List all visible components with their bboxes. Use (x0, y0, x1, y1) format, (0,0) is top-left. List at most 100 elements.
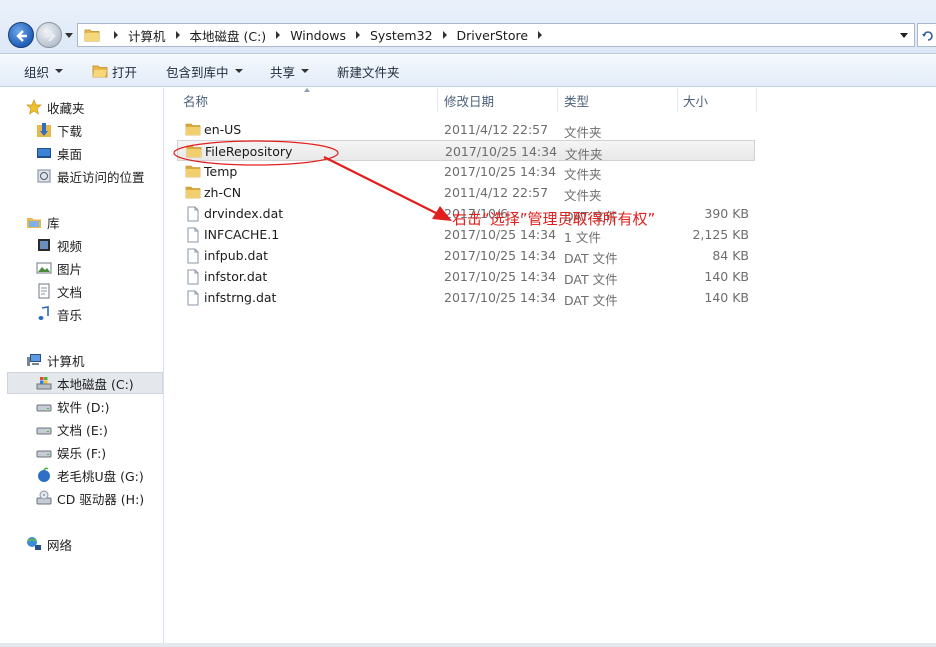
file-date: 2017/10/25 14:34 (445, 144, 558, 159)
sidebar-label: CD 驱动器 (H:) (57, 491, 145, 507)
file-size: 140 KB (704, 269, 749, 284)
back-arrow-icon (16, 30, 27, 42)
sidebar-item-computer[interactable]: 计算机 (26, 350, 85, 370)
desktop-icon (37, 148, 51, 158)
file-date: 2017/10/25 14:34 (444, 164, 557, 179)
sidebar-item-downloads[interactable]: 下载 (36, 120, 82, 140)
file-date: 2011/4/12 22:57 (444, 185, 549, 200)
file-name: FileRepository (205, 144, 293, 159)
sidebar-item-drive-c[interactable]: 本地磁盘 (C:) (36, 373, 134, 393)
sidebar-label: 库 (47, 215, 60, 231)
open-label: 打开 (112, 64, 138, 80)
breadcrumb-windows[interactable]: Windows (290, 28, 346, 43)
organize-button[interactable]: 组织 (24, 63, 64, 80)
file-row-temp[interactable]: Temp 2017/10/25 14:34 文件夹 (177, 161, 755, 182)
breadcrumb-separator-icon[interactable] (114, 31, 118, 39)
breadcrumb-driverstore[interactable]: DriverStore (457, 28, 529, 43)
sidebar-item-drive-d[interactable]: 软件 (D:) (36, 396, 110, 416)
breadcrumb-separator-icon[interactable] (356, 31, 360, 39)
file-row-en-us[interactable]: en-US 2011/4/12 22:57 文件夹 (177, 119, 755, 140)
sidebar-item-documents[interactable]: 文档 (36, 281, 82, 301)
annotation-text: 右击“选择”管理员取得所有权” (452, 210, 656, 228)
breadcrumb-separator-icon[interactable] (538, 31, 543, 39)
sidebar-item-desktop[interactable]: 桌面 (36, 143, 82, 163)
sidebar-label: 收藏夹 (47, 100, 85, 116)
breadcrumb-computer[interactable]: 计算机 (128, 26, 166, 45)
forward-button[interactable] (36, 22, 62, 48)
include-in-library-button[interactable]: 包含到库中 (166, 63, 243, 80)
breadcrumb-separator-icon[interactable] (175, 31, 180, 39)
chevron-down-icon (55, 69, 64, 73)
file-date: 2017/10/25 14:34 (444, 269, 557, 284)
sidebar-item-libraries[interactable]: 库 (26, 212, 60, 232)
windows-drive-icon (36, 377, 52, 390)
new-folder-button[interactable]: 新建文件夹 (337, 63, 400, 80)
sidebar-label: 桌面 (57, 146, 83, 162)
file-row-filerepository[interactable]: FileRepository 2017/10/25 14:34 文件夹 (177, 140, 755, 162)
file-type: 文件夹 (564, 125, 602, 140)
folder-icon (186, 145, 202, 158)
file-icon (187, 269, 199, 285)
recent-places-icon (37, 169, 51, 183)
column-header-name[interactable]: 名称 (183, 88, 208, 112)
file-date: 2017/10/25 14:34 (444, 290, 557, 305)
network-icon (27, 537, 41, 550)
sidebar-item-pictures[interactable]: 图片 (36, 258, 82, 278)
file-date: 2017/10/25 14:34 (444, 227, 557, 242)
organize-label: 组织 (24, 64, 50, 80)
file-icon (187, 248, 199, 264)
refresh-button[interactable] (917, 23, 936, 47)
drive-icon (36, 450, 52, 458)
file-icon (187, 290, 199, 306)
bottom-border (0, 643, 936, 647)
column-header-size[interactable]: 大小 (683, 88, 708, 112)
column-divider[interactable] (437, 88, 438, 112)
sidebar-item-network[interactable]: 网络 (26, 534, 72, 554)
file-row-infpub-dat[interactable]: infpub.dat 2017/10/25 14:34 DAT 文件 84 KB (177, 245, 755, 266)
sidebar-item-drive-h[interactable]: CD 驱动器 (H:) (36, 488, 144, 508)
breadcrumb-separator-icon[interactable] (442, 31, 447, 39)
file-row-zh-cn[interactable]: zh-CN 2011/4/12 22:57 文件夹 (177, 182, 755, 203)
sidebar-label: 老毛桃U盘 (G:) (57, 468, 144, 484)
sidebar-item-music[interactable]: 音乐 (36, 304, 82, 324)
sidebar-item-drive-e[interactable]: 文档 (E:) (36, 419, 108, 439)
breadcrumb-drive-c[interactable]: 本地磁盘 (C:) (190, 26, 267, 45)
column-header-type[interactable]: 类型 (564, 88, 589, 112)
back-button[interactable] (8, 22, 34, 48)
command-bar: 组织 打开 包含到库中 共享 新建文件夹 (0, 55, 936, 87)
sort-ascending-icon (304, 88, 310, 92)
file-type: 文件夹 (564, 188, 602, 203)
sidebar-item-recent[interactable]: 最近访问的位置 (36, 166, 145, 186)
file-row-infstor-dat[interactable]: infstor.dat 2017/10/25 14:34 DAT 文件 140 KB (177, 266, 755, 287)
file-type: DAT 文件 (564, 272, 618, 287)
recent-pages-dropdown-icon[interactable] (64, 30, 74, 40)
sidebar-item-favorites[interactable]: 收藏夹 (26, 97, 85, 117)
forward-arrow-icon (45, 30, 56, 42)
music-note-icon (38, 306, 49, 320)
column-divider[interactable] (677, 88, 678, 112)
picture-icon (36, 262, 52, 274)
include-in-library-label: 包含到库中 (166, 64, 229, 80)
address-dropdown-icon[interactable] (900, 33, 908, 38)
sidebar-item-videos[interactable]: 视频 (36, 235, 82, 255)
sidebar-label: 计算机 (47, 353, 85, 369)
sidebar-item-drive-f[interactable]: 娱乐 (F:) (36, 442, 106, 462)
share-button[interactable]: 共享 (270, 63, 310, 80)
sidebar-label: 娱乐 (F:) (57, 445, 107, 461)
column-header-date[interactable]: 修改日期 (444, 88, 494, 112)
drive-icon (36, 404, 52, 412)
chevron-down-icon (234, 69, 243, 73)
column-divider[interactable] (557, 88, 558, 112)
open-button[interactable]: 打开 (92, 63, 138, 80)
folder-icon (185, 123, 201, 136)
file-name: zh-CN (204, 185, 242, 200)
column-divider[interactable] (756, 88, 757, 112)
file-name: Temp (204, 164, 238, 179)
sidebar-label: 文档 (E:) (57, 422, 108, 438)
address-input[interactable]: 计算机 本地磁盘 (C:) Windows System32 DriverSto… (77, 23, 915, 47)
breadcrumb-separator-icon[interactable] (276, 31, 281, 39)
breadcrumb-system32[interactable]: System32 (370, 28, 433, 43)
file-row-infstrng-dat[interactable]: infstrng.dat 2017/10/25 14:34 DAT 文件 140 KB (177, 287, 755, 308)
sidebar-item-drive-g[interactable]: 老毛桃U盘 (G:) (36, 465, 144, 485)
drive-icon (36, 427, 52, 435)
